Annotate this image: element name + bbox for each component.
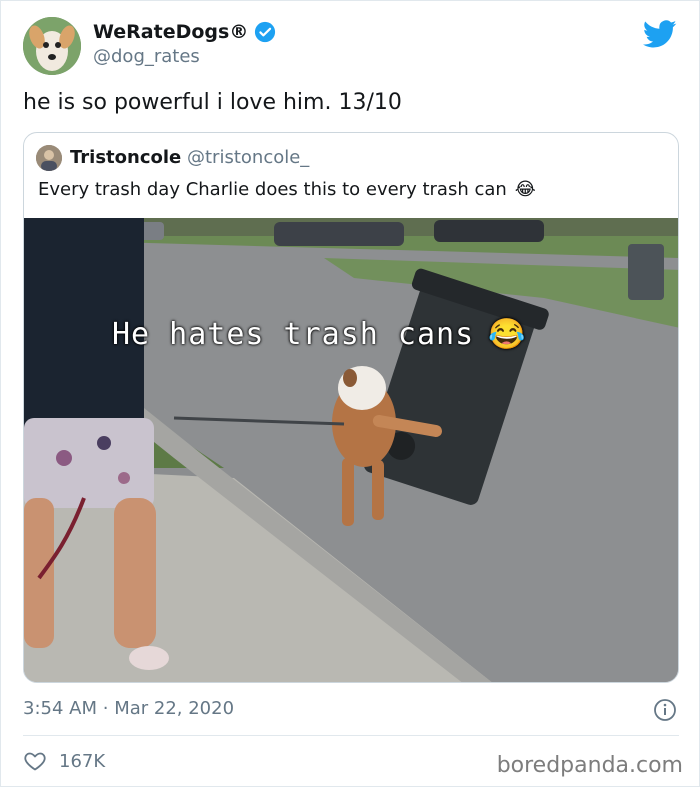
video-frame-illustration: [24, 218, 678, 682]
watermark: boredpanda.com: [496, 753, 683, 778]
quote-text-row: Every trash day Charlie does this to eve…: [38, 179, 536, 200]
tweet-card: WeRateDogs® @dog_rates he is so powerful…: [0, 0, 700, 787]
divider: [23, 735, 679, 736]
tweet-timestamp[interactable]: 3:54 AM · Mar 22, 2020: [23, 698, 234, 719]
heart-icon[interactable]: [23, 749, 47, 773]
quote-author-line[interactable]: Tristoncole @tristoncole_: [70, 147, 309, 168]
twitter-bird-icon[interactable]: [643, 17, 677, 51]
author-name[interactable]: WeRateDogs®: [93, 21, 248, 43]
tweet-date[interactable]: Mar 22, 2020: [114, 698, 234, 719]
quote-author-name[interactable]: Tristoncole: [70, 147, 181, 168]
person-avatar-icon: [36, 145, 62, 171]
laughing-emoji-icon: 😂: [488, 317, 527, 352]
quote-author-handle[interactable]: @tristoncole_: [187, 147, 309, 168]
verified-badge-icon: [255, 21, 276, 43]
quoted-tweet[interactable]: Tristoncole @tristoncole_ Every trash da…: [23, 132, 679, 683]
info-icon[interactable]: [653, 698, 677, 722]
author-avatar[interactable]: [23, 17, 81, 75]
tweet-text: he is so powerful i love him. 13/10: [23, 90, 402, 115]
author-handle[interactable]: @dog_rates: [93, 46, 200, 67]
video-caption-text: He hates trash cans: [112, 317, 475, 352]
like-button[interactable]: 167K: [23, 749, 105, 773]
video-caption: He hates trash cans 😂: [112, 317, 527, 352]
author-name-row[interactable]: WeRateDogs®: [93, 21, 276, 43]
laughing-emoji-icon: 😂: [514, 179, 536, 200]
timestamp-separator: ·: [102, 698, 109, 719]
tweet-time[interactable]: 3:54 AM: [23, 698, 97, 719]
dog-avatar-icon: [23, 17, 81, 75]
video-player[interactable]: He hates trash cans 😂: [24, 218, 678, 682]
quote-text: Every trash day Charlie does this to eve…: [38, 179, 507, 200]
quote-author-avatar[interactable]: [36, 145, 62, 171]
like-count: 167K: [59, 750, 106, 772]
